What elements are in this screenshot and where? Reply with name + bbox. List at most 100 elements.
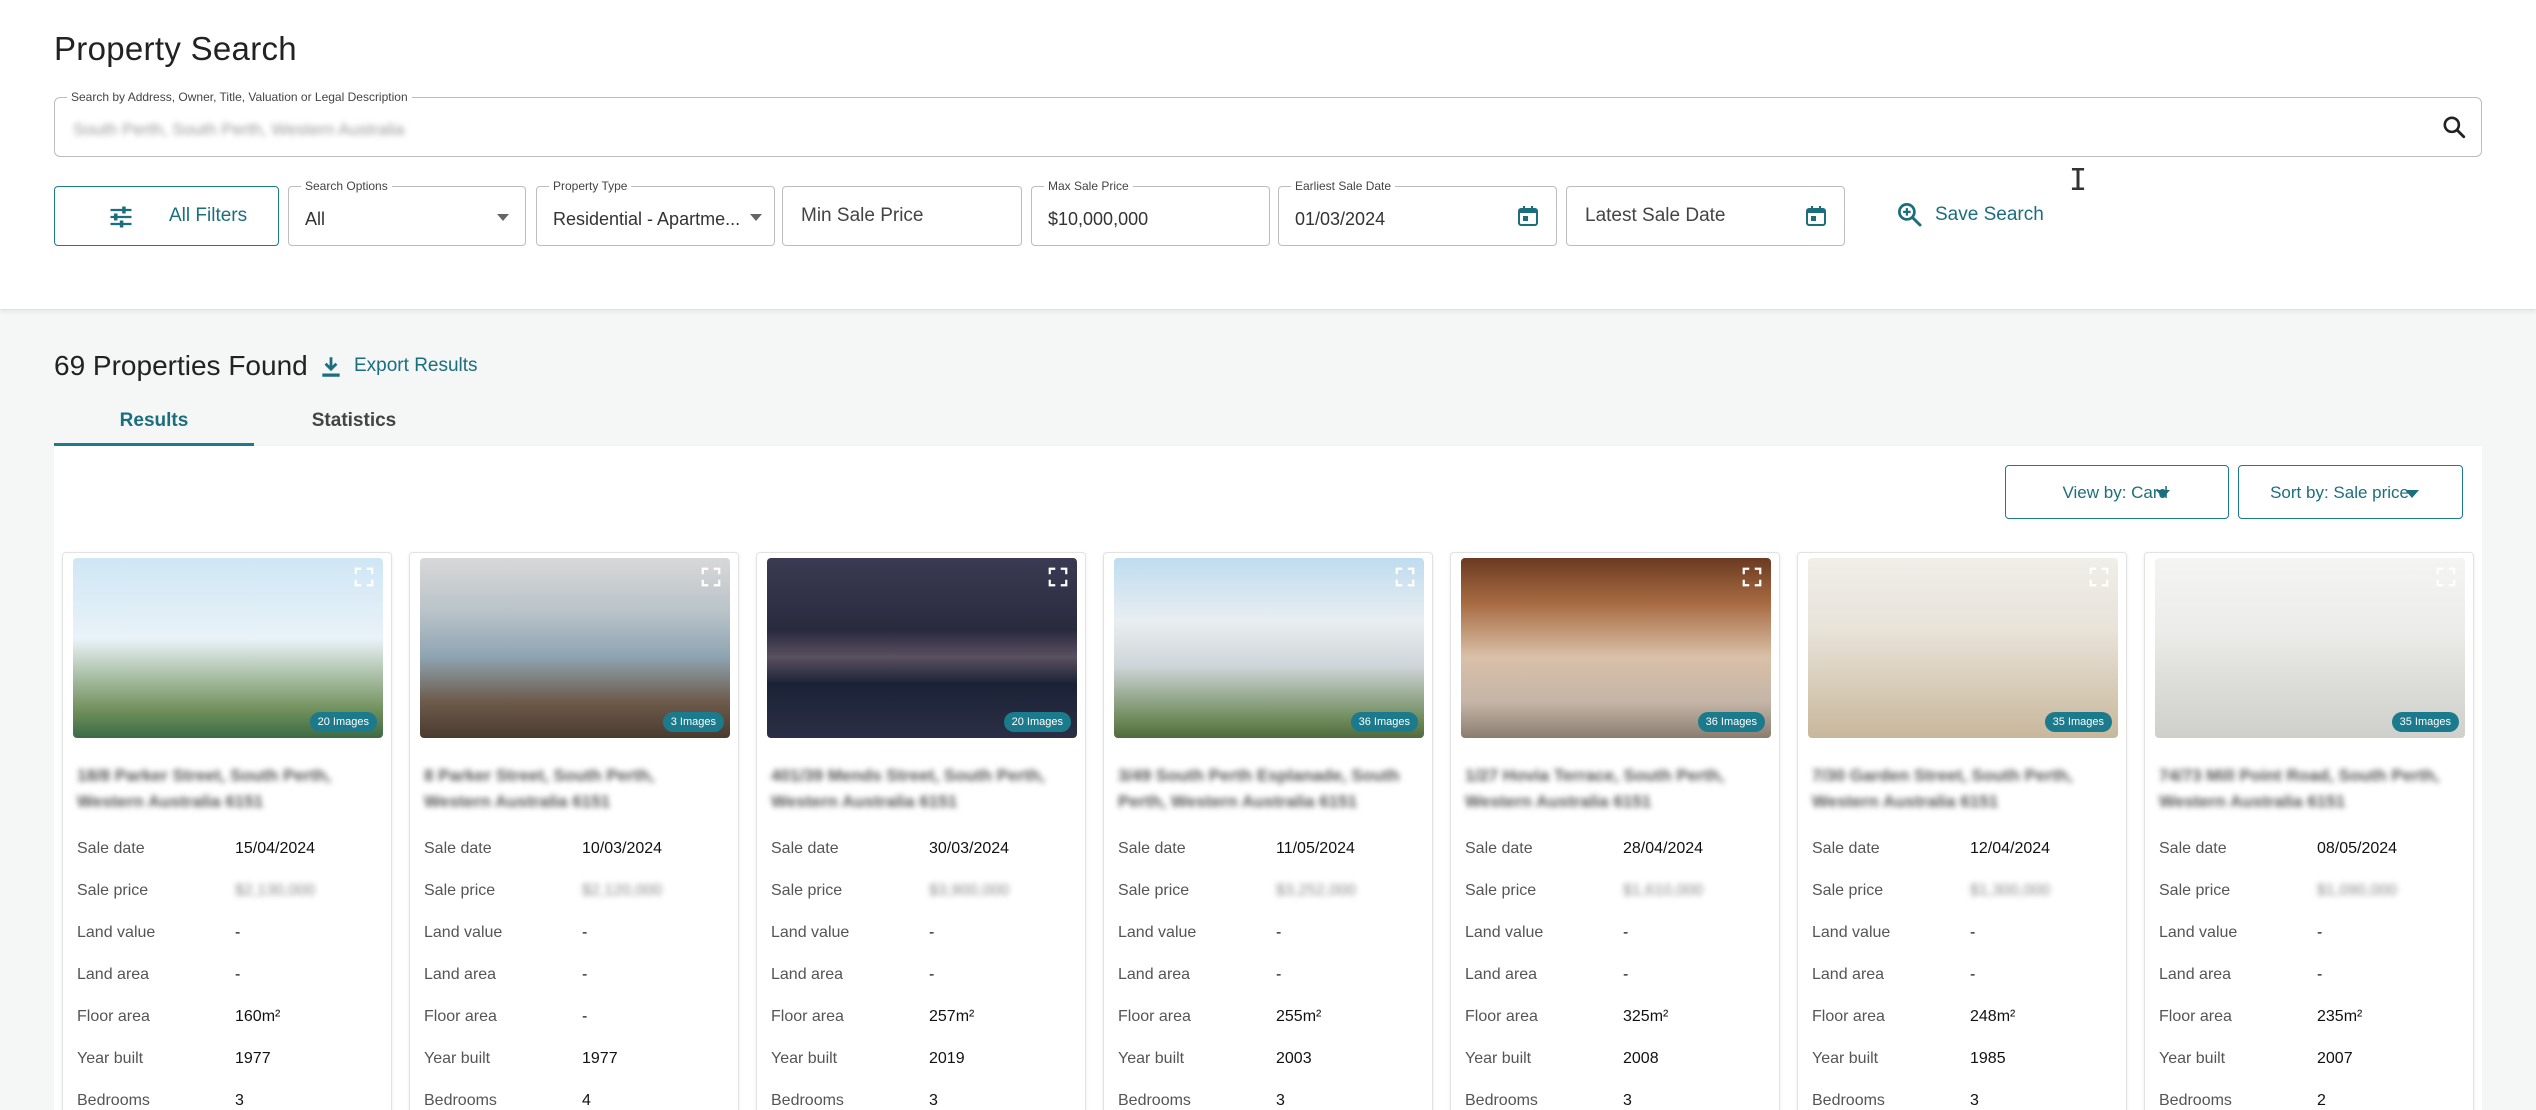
expand-icon[interactable] — [2435, 566, 2457, 588]
property-type-select[interactable]: Property Type Residential - Apartme... — [536, 179, 775, 246]
image-count-badge: 35 Images — [2391, 712, 2459, 732]
sort-by-dropdown[interactable]: Sort by: Sale price — [2238, 465, 2463, 519]
property-address[interactable]: 1/27 Hovia Terrace, South Perth, Western… — [1465, 763, 1765, 815]
detail-value: - — [1276, 924, 1282, 941]
detail-label: Land area — [1812, 966, 1885, 983]
detail-value: 28/04/2024 — [1623, 840, 1704, 857]
tab-statistics[interactable]: Statistics — [254, 400, 454, 446]
property-card[interactable]: 20 Images 18/8 Parker Street, South Perth… — [62, 552, 392, 1110]
property-details: Sale date 11/05/2024 Sale price $3,252,000 L… — [1118, 840, 1418, 1110]
max-sale-price-input[interactable]: Max Sale Price $10,000,000 — [1031, 179, 1270, 246]
detail-label: Floor area — [1465, 1008, 1538, 1025]
save-search-label: Save Search — [1935, 204, 2044, 225]
property-card[interactable]: 35 Images 74/73 Mill Point Road, South Pe… — [2144, 552, 2474, 1110]
property-address[interactable]: 8 Parker Street, South Perth, Western Au… — [424, 763, 724, 815]
property-address[interactable]: 401/39 Mends Street, South Perth, Wester… — [771, 763, 1071, 815]
detail-row-year-built: Year built 1977 — [424, 1050, 724, 1092]
detail-value: 15/04/2024 — [235, 840, 316, 857]
calendar-icon[interactable] — [1516, 203, 1540, 229]
detail-value: - — [929, 924, 935, 941]
view-by-dropdown[interactable]: View by: Card — [2005, 465, 2229, 519]
expand-icon[interactable] — [1394, 566, 1416, 588]
latest-sale-date-input[interactable]: Latest Sale Date — [1566, 186, 1845, 246]
detail-row-sale-date: Sale date 10/03/2024 — [424, 840, 724, 882]
detail-row-floor-area: Floor area 248m² — [1812, 1008, 2112, 1050]
detail-row-land-area: Land area - — [2159, 966, 2459, 1008]
property-photo[interactable]: 35 Images — [2155, 558, 2465, 738]
property-type-label: Property Type — [549, 179, 632, 193]
property-photo[interactable]: 36 Images — [1114, 558, 1424, 738]
detail-row-year-built: Year built 2019 — [771, 1050, 1071, 1092]
detail-value: 255m² — [1276, 1008, 1322, 1025]
detail-row-year-built: Year built 2003 — [1118, 1050, 1418, 1092]
detail-label: Sale date — [1118, 840, 1186, 857]
property-details: Sale date 08/05/2024 Sale price $1,090,000 L… — [2159, 840, 2459, 1110]
detail-label: Bedrooms — [77, 1092, 150, 1109]
earliest-sale-date-input[interactable]: Earliest Sale Date 01/03/2024 — [1278, 179, 1557, 246]
property-photo[interactable]: 36 Images — [1461, 558, 1771, 738]
property-address[interactable]: 7/30 Garden Street, South Perth, Western… — [1812, 763, 2112, 815]
property-card[interactable]: 20 Images 401/39 Mends Street, South Pert… — [756, 552, 1086, 1110]
detail-label: Sale price — [1118, 882, 1190, 899]
detail-label: Land value — [1118, 924, 1197, 941]
detail-label: Sale date — [1812, 840, 1880, 857]
property-card[interactable]: 3 Images 8 Parker Street, South Perth, We… — [409, 552, 739, 1110]
detail-row-floor-area: Floor area 257m² — [771, 1008, 1071, 1050]
detail-label: Sale price — [1812, 882, 1884, 899]
detail-value: $1,610,000 — [1623, 882, 1704, 899]
property-address[interactable]: 3/49 South Perth Esplanade, South Perth,… — [1118, 763, 1418, 815]
sort-by-label: Sort by: Sale price — [2270, 483, 2409, 502]
detail-label: Sale price — [771, 882, 843, 899]
expand-icon[interactable] — [1741, 566, 1763, 588]
expand-icon[interactable] — [1047, 566, 1069, 588]
property-details: Sale date 10/03/2024 Sale price $2,120,000 L… — [424, 840, 724, 1110]
detail-value: - — [235, 966, 241, 983]
expand-icon[interactable] — [700, 566, 722, 588]
detail-row-year-built: Year built 1985 — [1812, 1050, 2112, 1092]
property-address[interactable]: 74/73 Mill Point Road, South Perth, West… — [2159, 763, 2459, 815]
detail-value: 3 — [1623, 1092, 1632, 1109]
max-sale-price-value: $10,000,000 — [1048, 209, 1149, 229]
property-address[interactable]: 18/8 Parker Street, South Perth, Western… — [77, 763, 377, 815]
property-photo[interactable]: 20 Images — [73, 558, 383, 738]
detail-row-bedrooms: Bedrooms 3 — [1812, 1092, 2112, 1110]
detail-row-land-area: Land area - — [1118, 966, 1418, 1008]
detail-row-land-area: Land area - — [1812, 966, 2112, 1008]
detail-row-bedrooms: Bedrooms 3 — [1465, 1092, 1765, 1110]
property-photo[interactable]: 20 Images — [767, 558, 1077, 738]
detail-row-bedrooms: Bedrooms 4 — [424, 1092, 724, 1110]
detail-row-sale-price: Sale price $2,120,000 — [424, 882, 724, 924]
detail-value: 2019 — [929, 1050, 965, 1067]
property-card[interactable]: 35 Images 7/30 Garden Street, South Perth… — [1797, 552, 2127, 1110]
property-photo[interactable]: 35 Images — [1808, 558, 2118, 738]
property-search-input[interactable]: Search by Address, Owner, Title, Valuati… — [54, 90, 2482, 157]
detail-value: 12/04/2024 — [1970, 840, 2051, 857]
detail-label: Bedrooms — [771, 1092, 844, 1109]
search-header: Property Search Search by Address, Owner… — [0, 0, 2536, 310]
min-sale-price-input[interactable]: Min Sale Price — [782, 186, 1022, 246]
detail-label: Sale price — [77, 882, 149, 899]
all-filters-button[interactable]: All Filters — [54, 186, 279, 246]
latest-sale-date-placeholder: Latest Sale Date — [1585, 205, 1726, 226]
detail-value: - — [1276, 966, 1282, 983]
property-card[interactable]: 36 Images 3/49 South Perth Esplanade, Sou… — [1103, 552, 1433, 1110]
detail-value: - — [1970, 924, 1976, 941]
detail-row-land-area: Land area - — [77, 966, 377, 1008]
detail-value: 3 — [1276, 1092, 1285, 1109]
property-photo[interactable]: 3 Images — [420, 558, 730, 738]
detail-row-land-value: Land value - — [1812, 924, 2112, 966]
search-options-value: All — [305, 209, 326, 229]
calendar-icon[interactable] — [1804, 203, 1828, 229]
detail-value: - — [582, 1008, 588, 1025]
search-icon[interactable] — [2441, 114, 2467, 140]
expand-icon[interactable] — [353, 566, 375, 588]
search-options-select[interactable]: Search Options All — [288, 179, 526, 246]
search-plus-icon — [1898, 203, 1922, 227]
property-card[interactable]: 36 Images 1/27 Hovia Terrace, South Perth… — [1450, 552, 1780, 1110]
detail-row-sale-date: Sale date 12/04/2024 — [1812, 840, 2112, 882]
expand-icon[interactable] — [2088, 566, 2110, 588]
detail-row-bedrooms: Bedrooms 3 — [77, 1092, 377, 1110]
detail-row-bedrooms: Bedrooms 3 — [771, 1092, 1071, 1110]
detail-value: $2,130,000 — [235, 882, 316, 899]
tab-results[interactable]: Results — [54, 400, 254, 446]
